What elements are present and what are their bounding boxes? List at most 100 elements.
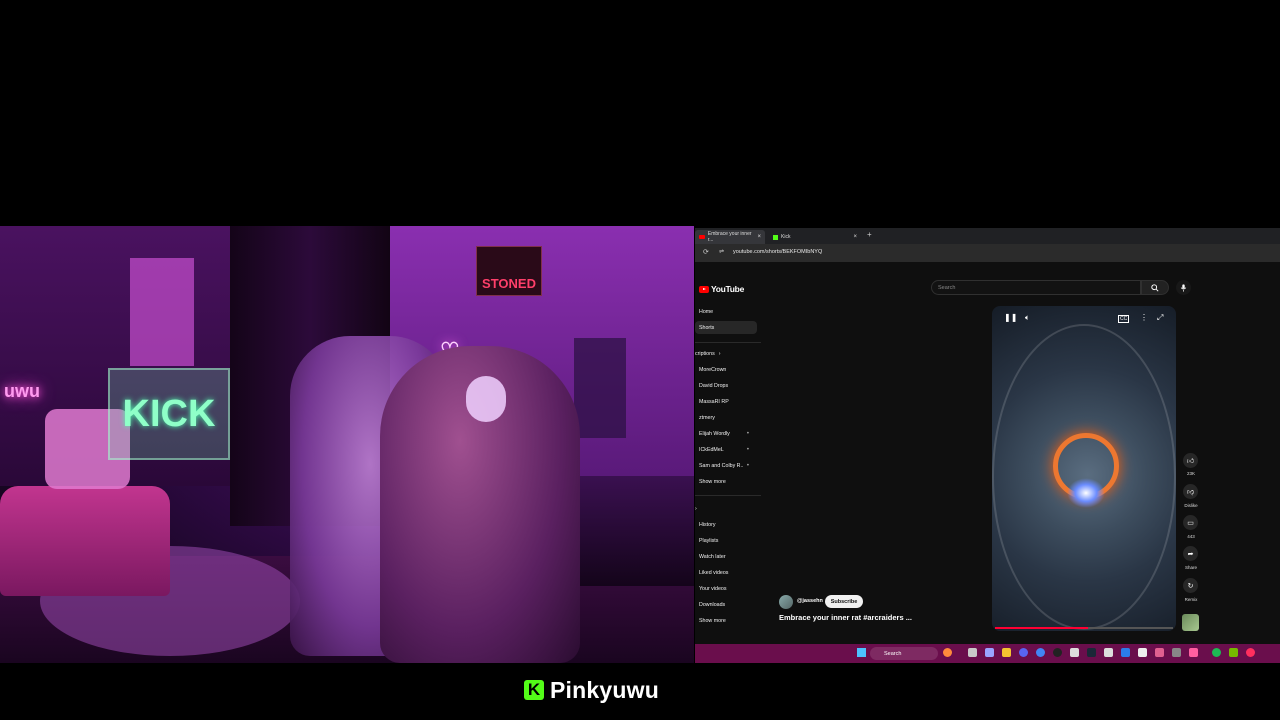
sidebar-show-more-subs[interactable]: Show more: [695, 475, 761, 488]
remix-label: Remix: [1184, 597, 1198, 602]
taskbar-app-icon[interactable]: [1189, 648, 1198, 657]
sidebar-divider: [695, 495, 761, 496]
subscriptions-label: criptions: [695, 350, 715, 357]
cam-poster-2: [574, 338, 626, 438]
sidebar-item-sub-5[interactable]: Elijah Wordly •: [695, 427, 761, 440]
captions-icon[interactable]: CC: [1118, 315, 1130, 323]
close-icon[interactable]: ×: [757, 234, 761, 240]
dislike-label: Dislike: [1184, 503, 1198, 508]
voice-search-button[interactable]: [1176, 280, 1191, 295]
taskbar-app-icon[interactable]: [1104, 648, 1113, 657]
cam-kick-sign: KICK: [108, 368, 230, 460]
dislike-button[interactable]: 👎︎: [1183, 484, 1198, 499]
taskbar-app-icon[interactable]: [1138, 648, 1147, 657]
sound-thumbnail[interactable]: [1182, 614, 1199, 631]
channel-avatar[interactable]: [779, 595, 793, 609]
pause-icon[interactable]: ❚❚: [1004, 313, 1017, 322]
steam-icon[interactable]: [1087, 648, 1096, 657]
youtube-icon: [699, 235, 705, 239]
youtube-logo[interactable]: YouTube: [699, 283, 744, 295]
sidebar-divider: [695, 342, 761, 343]
kick-icon: [773, 234, 778, 240]
sidebar-subscriptions-header[interactable]: criptions ›: [695, 347, 761, 360]
screen-share: Embrace your inner r... × Kick × + ⟳ ⇌ y…: [695, 228, 1280, 663]
sidebar-you-header[interactable]: ›: [695, 502, 761, 515]
windows-start-icon[interactable]: [857, 648, 866, 657]
like-button[interactable]: 👍︎: [1183, 453, 1198, 468]
taskbar-app-icon[interactable]: [1246, 648, 1255, 657]
subscribe-button[interactable]: Subscribe: [825, 595, 863, 608]
microphone-icon: [1180, 283, 1187, 292]
tab-youtube[interactable]: Embrace your inner r... ×: [695, 230, 765, 244]
youtube-logo-text: YouTube: [711, 284, 744, 294]
sidebar-item-sub-4[interactable]: ztmery: [695, 411, 761, 424]
sidebar-item-liked-videos[interactable]: Liked videos: [695, 566, 761, 579]
tab-label: Embrace your inner r...: [707, 231, 752, 243]
thumbs-up-icon: 👍︎: [1186, 458, 1195, 465]
short-title[interactable]: Embrace your inner rat #arcraiders ...: [779, 613, 912, 622]
taskbar-search[interactable]: Search: [870, 647, 938, 660]
short-progress-fill: [995, 627, 1088, 629]
share-icon: ➦: [1187, 550, 1194, 558]
sub-label: Sam and Colby R..: [699, 462, 744, 469]
sidebar-item-sub-3[interactable]: MassaRI RP: [695, 395, 761, 408]
sidebar-item-history[interactable]: History: [695, 518, 761, 531]
search-input[interactable]: Search: [931, 280, 1141, 295]
taskbar-app-icon[interactable]: [1070, 648, 1079, 657]
sidebar-item-downloads[interactable]: Downloads: [695, 598, 761, 611]
like-count: 23K: [1186, 471, 1195, 476]
comments-button[interactable]: ▭: [1183, 515, 1198, 530]
sidebar-item-sub-2[interactable]: David Drops: [695, 379, 761, 392]
kick-logo-icon: K: [524, 680, 544, 700]
taskbar-app-icon[interactable]: [943, 648, 952, 657]
share-label: Share: [1184, 565, 1197, 570]
new-tab-icon[interactable]: +: [867, 230, 872, 239]
discord-icon[interactable]: [1019, 648, 1028, 657]
sidebar-item-home[interactable]: Home: [695, 305, 761, 318]
sidebar-item-sub-7[interactable]: Sam and Colby R.. •: [695, 459, 761, 472]
sidebar-item-your-videos[interactable]: Your videos: [695, 582, 761, 595]
taskbar-app-icon[interactable]: [1121, 648, 1130, 657]
sidebar-item-watch-later[interactable]: Watch later: [695, 550, 761, 563]
close-icon[interactable]: ×: [853, 234, 857, 240]
obs-icon[interactable]: [1053, 648, 1062, 657]
url-text[interactable]: youtube.com/shorts/BEKFOMIbNYQ: [733, 249, 822, 255]
volume-icon[interactable]: 🔈︎: [1025, 313, 1030, 323]
chrome-icon[interactable]: [1036, 648, 1045, 657]
tab-kick[interactable]: Kick ×: [769, 230, 861, 244]
streamer-label: K Pinkyuwu: [524, 676, 659, 704]
live-dot-icon: •: [746, 446, 749, 453]
nvidia-icon[interactable]: [1229, 648, 1238, 657]
task-view-icon[interactable]: [968, 648, 977, 657]
sub-label: David Drops: [699, 382, 729, 389]
sidebar-item-sub-6[interactable]: ICkEdMeL •: [695, 443, 761, 456]
fullscreen-icon[interactable]: ⤢: [1157, 313, 1163, 323]
taskbar-app-icon[interactable]: [985, 648, 994, 657]
taskbar-app-icon[interactable]: [1155, 648, 1164, 657]
sidebar-item-shorts[interactable]: Shorts: [695, 321, 757, 334]
comment-icon: ▭: [1187, 519, 1194, 527]
site-info-icon[interactable]: ⇌: [719, 248, 724, 255]
cam-sofa: [0, 486, 170, 596]
sidebar-item-sub-1[interactable]: MoreCrown: [695, 363, 761, 376]
sub-label: ICkEdMeL: [699, 446, 724, 453]
sidebar-item-playlists[interactable]: Playlists: [695, 534, 761, 547]
channel-name[interactable]: @jassehn: [797, 598, 823, 604]
comment-count: 443: [1187, 534, 1195, 539]
reload-icon[interactable]: ⟳: [703, 248, 709, 256]
taskbar-app-icon[interactable]: [1172, 648, 1181, 657]
sub-label: MoreCrown: [699, 366, 727, 373]
file-explorer-icon[interactable]: [1002, 648, 1011, 657]
spotify-icon[interactable]: [1212, 648, 1221, 657]
remix-button[interactable]: ↻: [1183, 578, 1198, 593]
streamer-name: Pinkyuwu: [550, 676, 659, 703]
more-options-icon[interactable]: ⋮: [1140, 313, 1148, 322]
cam-poster: [130, 258, 194, 366]
cam-headset: [466, 376, 506, 422]
sidebar-show-more-you[interactable]: Show more: [695, 614, 761, 627]
search-button[interactable]: [1141, 280, 1169, 295]
tab-label: Kick: [781, 234, 791, 240]
chevron-right-icon: ›: [718, 350, 721, 357]
cam-stoned-sign: STONED: [476, 246, 542, 296]
share-button[interactable]: ➦: [1183, 546, 1198, 561]
